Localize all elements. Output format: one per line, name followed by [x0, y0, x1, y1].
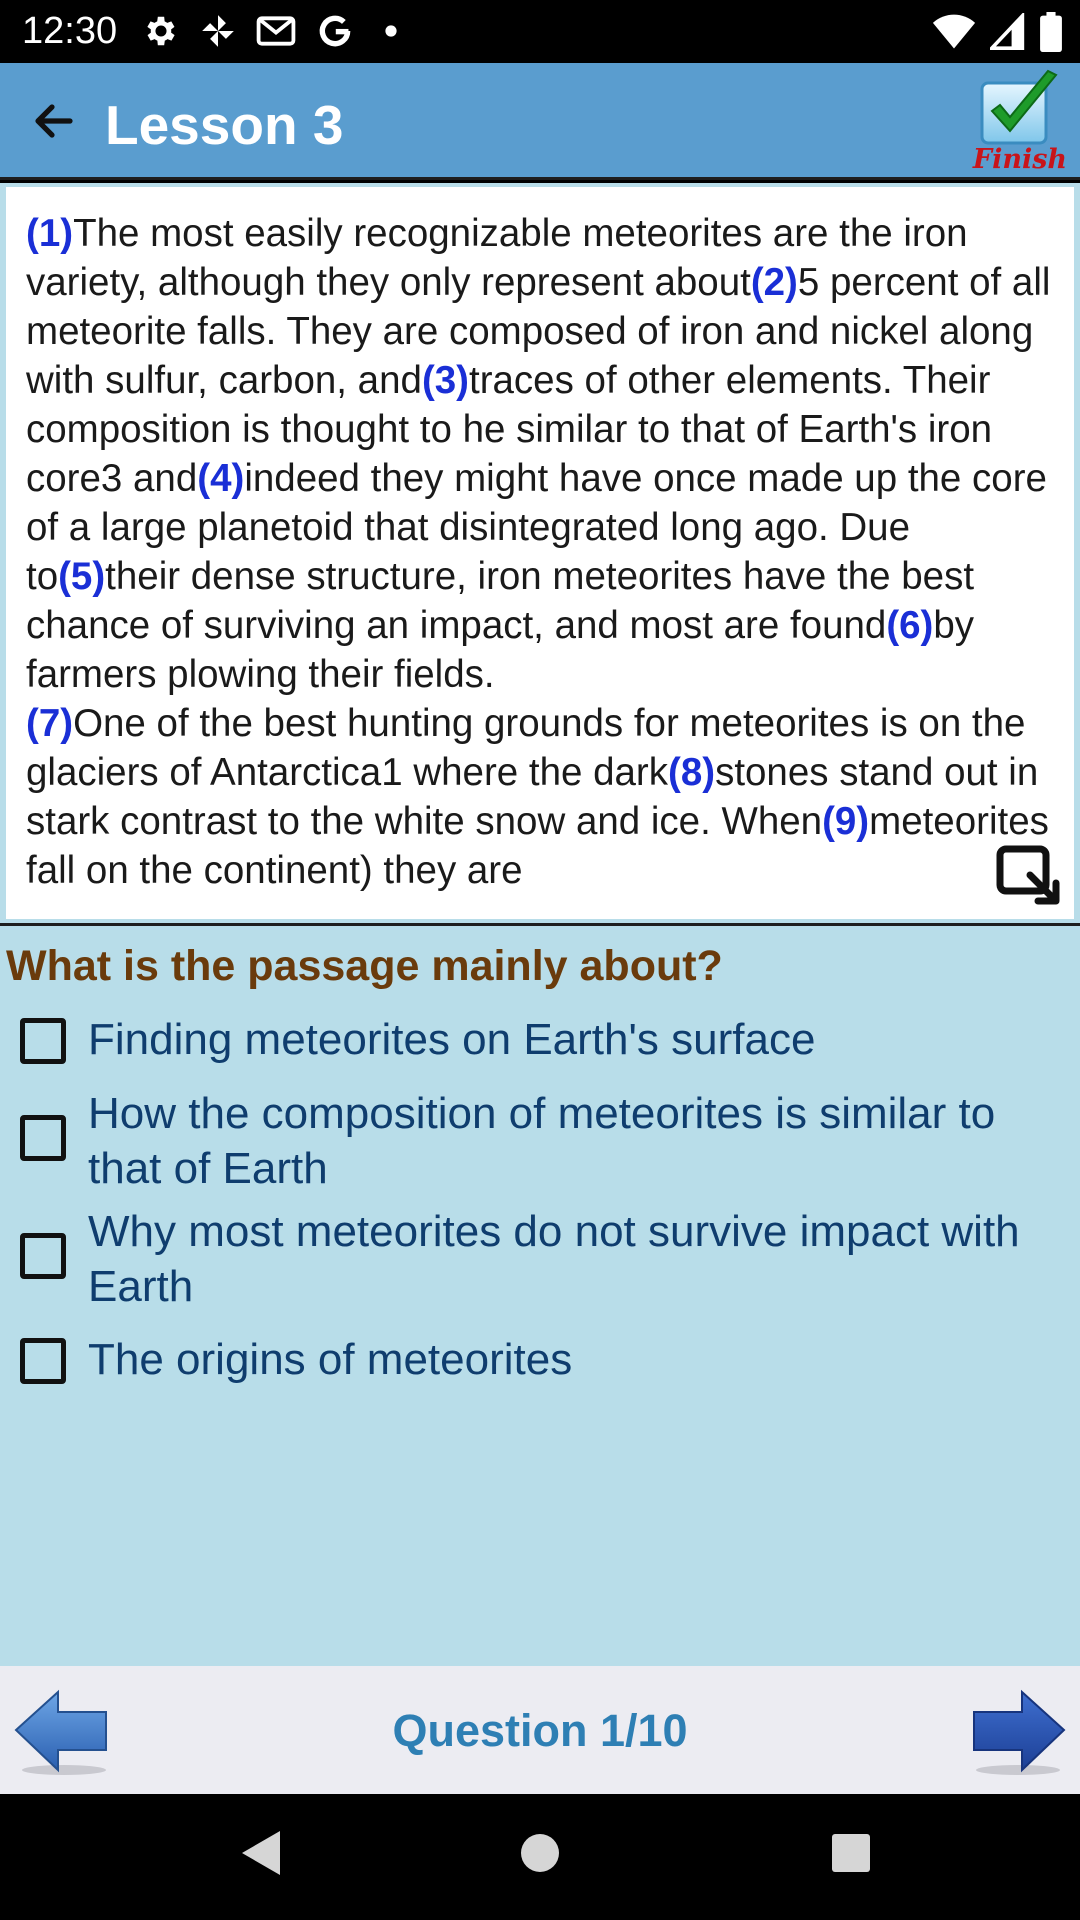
blank-number: (7) [26, 702, 74, 745]
question-text: What is the passage mainly about? [6, 942, 723, 990]
expand-icon[interactable] [996, 845, 1064, 907]
back-button[interactable] [24, 91, 84, 151]
passage-segment: their dense structure, iron meteorites h… [26, 555, 975, 647]
blank-number: (9) [822, 800, 870, 843]
answer-option-label: The origins of meteorites [88, 1335, 573, 1384]
passage-scroll-area[interactable]: (1)The most easily recognizable meteorit… [6, 187, 1074, 919]
checkbox[interactable] [20, 1115, 66, 1161]
google-icon [319, 15, 351, 47]
next-arrow-icon[interactable] [968, 1688, 1068, 1778]
checkbox[interactable] [20, 1018, 66, 1064]
status-time: 12:30 [22, 10, 118, 52]
answer-option-label: How the composition of meteorites is sim… [88, 1089, 996, 1193]
blank-number: (4) [197, 457, 245, 500]
blank-number: (8) [668, 751, 716, 794]
answer-option[interactable]: How the composition of meteorites is sim… [20, 1086, 1060, 1196]
arrow-back-icon [35, 104, 73, 138]
blank-number: (2) [750, 261, 798, 304]
question-panel: What is the passage mainly about? Findin… [0, 926, 1080, 1666]
bottom-navigation: Question 1/10 [0, 1666, 1080, 1794]
question-counter: Question 1/10 [392, 1705, 688, 1756]
battery-icon [1040, 12, 1062, 52]
blank-number: (5) [58, 555, 106, 598]
finish-label: Finish [972, 144, 1068, 175]
passage-panel: (1)The most easily recognizable meteorit… [0, 183, 1080, 923]
system-recents-icon[interactable] [830, 1827, 872, 1879]
blank-number: (1) [26, 212, 74, 255]
pinwheel-icon [202, 15, 234, 47]
gear-icon [147, 16, 175, 46]
answer-option-label: Finding meteorites on Earth's surface [88, 1015, 816, 1064]
status-bar: 12:30 [0, 0, 1080, 63]
answer-option[interactable]: Finding meteorites on Earth's surface [20, 1012, 1060, 1067]
blank-number: (6) [886, 604, 934, 647]
answer-option-label: Why most meteorites do not survive impac… [88, 1207, 1020, 1311]
checkmark-box-icon [980, 69, 1058, 145]
page-title: Lesson 3 [105, 94, 344, 156]
checkbox[interactable] [20, 1338, 66, 1384]
dot-icon [385, 25, 397, 37]
signal-icon [990, 13, 1025, 50]
answer-option[interactable]: Why most meteorites do not survive impac… [20, 1204, 1060, 1314]
wifi-icon [932, 14, 976, 49]
system-back-icon[interactable] [238, 1827, 284, 1879]
passage-text: (1)The most easily recognizable meteorit… [6, 187, 1074, 895]
blank-number: (3) [421, 359, 469, 402]
checkbox[interactable] [20, 1233, 66, 1279]
finish-button[interactable]: Finish [972, 69, 1068, 177]
app-bar: Lesson 3 Finish [0, 63, 1080, 180]
system-navigation-bar [0, 1794, 1080, 1920]
system-home-icon[interactable] [519, 1827, 561, 1879]
gmail-icon [256, 16, 296, 46]
answer-option[interactable]: The origins of meteorites [20, 1332, 1060, 1387]
